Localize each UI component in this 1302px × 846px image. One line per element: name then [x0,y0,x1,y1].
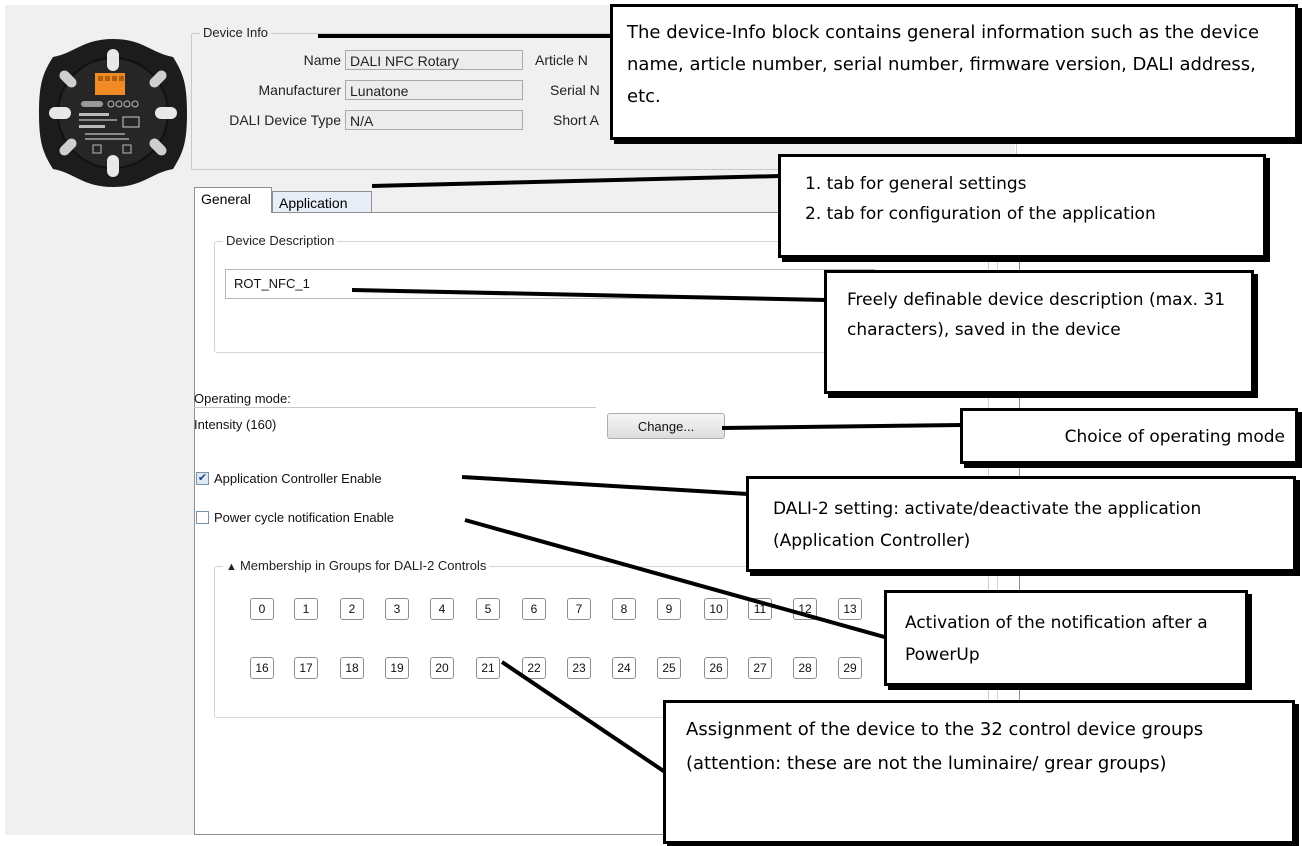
group-button[interactable]: 23 [567,657,591,679]
groups-title-text: Membership in Groups for DALI-2 Controls [239,558,487,573]
manufacturer-label: Manufacturer [258,82,341,98]
short-address-label: Short A [553,112,599,128]
tab-application[interactable]: Application [272,191,372,213]
manufacturer-field: Lunatone [345,80,523,100]
power-cycle-checkbox-row[interactable]: Power cycle notification Enable [196,510,394,525]
group-button[interactable]: 21 [476,657,500,679]
callout-power-cycle: Activation of the notification after a P… [884,590,1248,686]
device-description-title: Device Description [223,233,338,249]
callout-tabs: 1. tab for general settings 2. tab for c… [778,154,1266,258]
group-button[interactable]: 20 [430,657,454,679]
device-image [39,39,187,187]
device-type-field: N/A [345,110,523,130]
group-button[interactable]: 11 [748,598,772,620]
application-controller-checkbox[interactable]: ✔ [196,472,209,485]
group-button[interactable]: 18 [340,657,364,679]
group-button[interactable]: 0 [250,598,274,620]
group-button[interactable]: 16 [250,657,274,679]
application-controller-checkbox-row[interactable]: ✔ Application Controller Enable [196,471,382,486]
group-button[interactable]: 17 [294,657,318,679]
power-cycle-checkbox[interactable] [196,511,209,524]
device-description-input[interactable]: ROT_NFC_1 [225,269,875,299]
group-button[interactable]: 26 [704,657,728,679]
callout-groups-text: Assignment of the device to the 32 contr… [686,719,1204,774]
group-button[interactable]: 3 [385,598,409,620]
group-button[interactable]: 9 [657,598,681,620]
callout-description-text: Freely definable device description (max… [847,290,1226,340]
change-operating-mode-button[interactable]: Change... [607,413,725,439]
power-cycle-label: Power cycle notification Enable [214,510,394,525]
callout-device-info-text: The device-Info block contains general i… [627,22,1260,107]
article-number-label: Article N [535,52,588,68]
callout-tabs-line1: 1. tab for general settings [805,174,1027,194]
group-button[interactable]: 22 [522,657,546,679]
callout-app-controller: DALI-2 setting: activate/deactivate the … [746,476,1296,572]
application-controller-label: Application Controller Enable [214,471,382,486]
name-label: Name [303,52,341,68]
group-button[interactable]: 1 [294,598,318,620]
groups-title: ▲ Membership in Groups for DALI-2 Contro… [223,558,490,575]
device-type-label: DALI Device Type [229,112,341,128]
group-button[interactable]: 19 [385,657,409,679]
operating-mode-label: Operating mode: [194,391,291,406]
group-button[interactable]: 24 [612,657,636,679]
group-button[interactable]: 28 [793,657,817,679]
device-info-title: Device Info [200,25,272,41]
callout-description: Freely definable device description (max… [824,270,1254,394]
serial-number-label: Serial N [550,82,600,98]
groups-groupbox: ▲ Membership in Groups for DALI-2 Contro… [214,558,998,718]
tab-general[interactable]: General [194,187,272,213]
group-button[interactable]: 8 [612,598,636,620]
group-button[interactable]: 6 [522,598,546,620]
group-button[interactable]: 5 [476,598,500,620]
group-button[interactable]: 13 [838,598,862,620]
name-field: DALI NFC Rotary [345,50,523,70]
group-button[interactable]: 29 [838,657,862,679]
callout-groups: Assignment of the device to the 32 contr… [663,700,1295,844]
collapse-triangle-icon[interactable]: ▲ [226,561,240,573]
callout-power-cycle-text: Activation of the notification after a P… [905,613,1208,665]
operating-mode-value: Intensity (160) [194,417,277,432]
group-button[interactable]: 10 [704,598,728,620]
operating-mode-value-box [194,407,596,408]
callout-tabs-line2: 2. tab for configuration of the applicat… [805,204,1156,224]
group-button[interactable]: 4 [430,598,454,620]
group-button[interactable]: 2 [340,598,364,620]
callout-app-controller-text: DALI-2 setting: activate/deactivate the … [773,499,1202,551]
group-button[interactable]: 27 [748,657,772,679]
callout-device-info: The device-Info block contains general i… [610,4,1298,140]
group-button[interactable]: 25 [657,657,681,679]
group-button[interactable]: 12 [793,598,817,620]
group-button[interactable]: 7 [567,598,591,620]
callout-operating-mode-text: Choice of operating mode [1064,427,1285,447]
callout-operating-mode: Choice of operating mode [960,408,1298,464]
